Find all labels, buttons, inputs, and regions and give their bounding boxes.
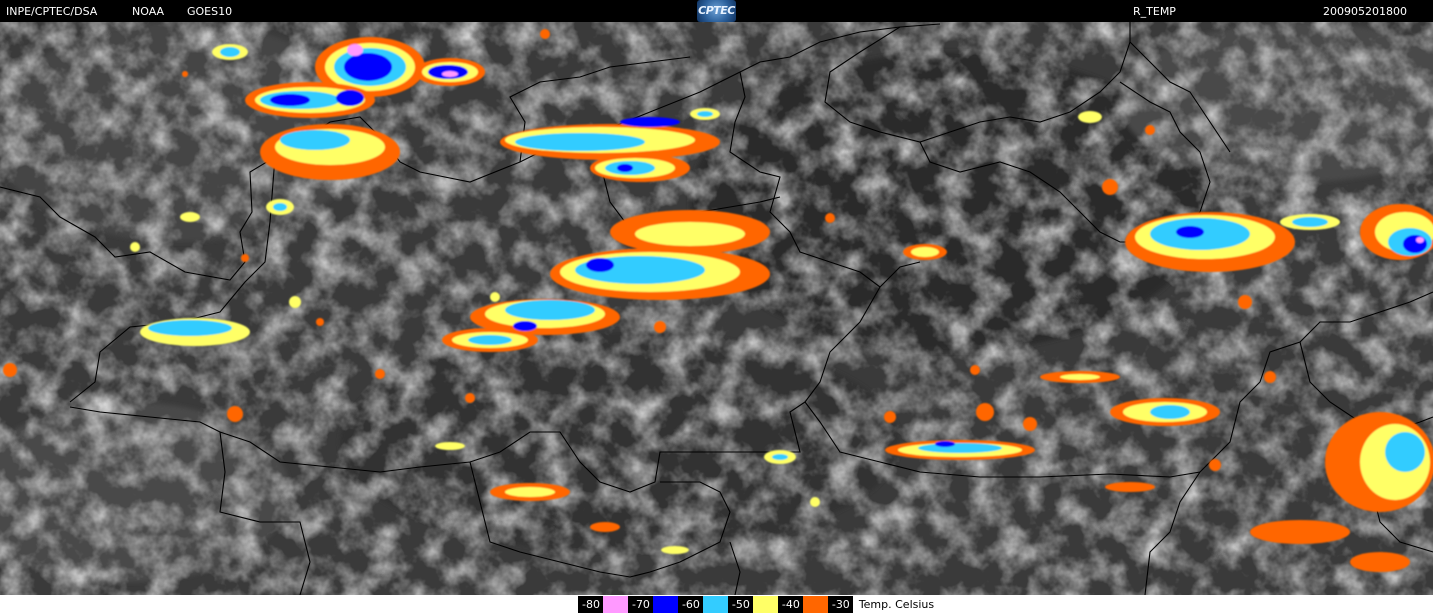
- legend-title: Temp. Celsius: [858, 598, 935, 611]
- legend-swatch: [752, 596, 778, 613]
- legend-swatch: [702, 596, 728, 613]
- legend-item: -30: [827, 596, 853, 613]
- legend-swatch: [802, 596, 828, 613]
- product-label: R_TEMP: [1133, 5, 1176, 18]
- temperature-legend: -80 -70 -60 -50 -40 -30 Temp. Celsius: [578, 596, 934, 613]
- legend-label: -40: [777, 596, 803, 613]
- operator-label: NOAA: [132, 5, 165, 18]
- cloud-texture: [0, 22, 1433, 595]
- legend-item: -80: [578, 596, 628, 613]
- legend-item: -60: [677, 596, 728, 613]
- legend-swatch: [652, 596, 678, 613]
- legend-item: -70: [627, 596, 678, 613]
- satellite-label: GOES10: [187, 5, 233, 18]
- satellite-map: [0, 22, 1433, 595]
- legend-item: -50: [727, 596, 778, 613]
- legend-label: -50: [727, 596, 753, 613]
- legend-item: -40: [777, 596, 828, 613]
- legend-swatch: [602, 596, 628, 613]
- legend-label: -30: [827, 596, 853, 613]
- timestamp-label: 200905201800: [1323, 5, 1407, 18]
- cptec-logo: CPTEC: [697, 0, 736, 22]
- legend-bar: -80 -70 -60 -50 -40 -30 Temp. Celsius: [0, 595, 1433, 614]
- legend-label: -70: [627, 596, 653, 613]
- legend-label: -80: [578, 596, 603, 613]
- legend-label: -60: [677, 596, 703, 613]
- agency-label: INPE/CPTEC/DSA: [6, 5, 98, 18]
- header-bar: INPE/CPTEC/DSA NOAA GOES10 CPTEC R_TEMP …: [0, 0, 1433, 22]
